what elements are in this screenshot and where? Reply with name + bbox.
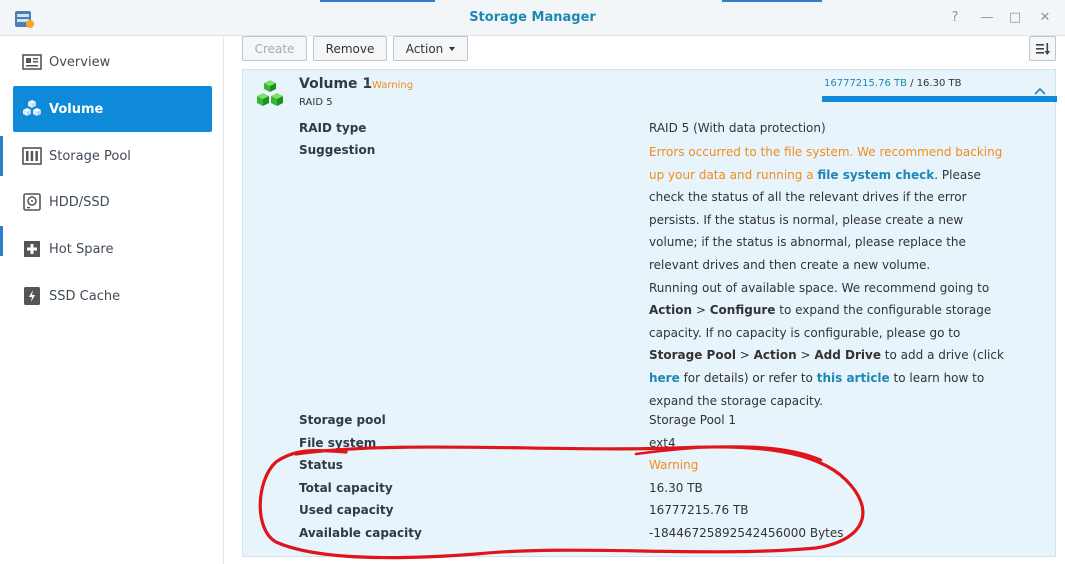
suggestion-bold: Action [753, 348, 797, 363]
sidebar: Overview Volume Storage Pool HDD/SSD Hot… [0, 36, 224, 564]
maximize-icon[interactable]: □ [1006, 9, 1024, 27]
sidebar-item-hot-spare[interactable]: Hot Spare [13, 226, 212, 272]
file-system-label: File system [299, 436, 377, 450]
usage-used: 16777215.76 TB [824, 78, 907, 89]
available-capacity-value: -18446725892542456000 Bytes [649, 526, 844, 540]
storage-pool-value: Storage Pool 1 [649, 413, 737, 427]
sidebar-item-label: HDD/SSD [49, 194, 110, 210]
sidebar-item-label: Overview [49, 54, 111, 70]
sidebar-item-label: Storage Pool [49, 148, 131, 164]
sidebar-item-volume[interactable]: Volume [13, 86, 212, 132]
close-icon[interactable]: ✕ [1036, 9, 1054, 27]
top-strip [722, 0, 822, 2]
volume-usage-text: 16777215.76 TB / 16.30 TB [824, 78, 961, 89]
sidebar-item-label: Volume [49, 101, 104, 117]
chevron-up-icon[interactable] [1033, 86, 1047, 96]
total-capacity-label: Total capacity [299, 481, 393, 495]
sidebar-item-label: SSD Cache [49, 288, 121, 304]
minimize-icon[interactable]: — [978, 9, 996, 27]
suggestion-bold: Configure [709, 303, 776, 318]
volume-status-badge: Warning [372, 80, 414, 91]
toolbar: Create Remove Action [242, 36, 1065, 66]
volume-icon [23, 100, 41, 116]
volume-icon [257, 80, 283, 106]
action-dropdown-button[interactable]: Action [393, 36, 468, 61]
status-value: Warning [649, 458, 699, 472]
suggestion-text-part: Running out of available space. We recom… [649, 280, 990, 295]
usage-separator: / [906, 78, 917, 89]
suggestion-text: Errors occurred to the file system. We r… [649, 141, 1005, 412]
suggestion-bold: Storage Pool [649, 348, 736, 363]
sidebar-item-hdd-ssd[interactable]: HDD/SSD [13, 179, 212, 225]
sort-icon [1035, 42, 1050, 55]
file-system-value: ext4 [649, 436, 676, 450]
sidebar-item-storage-pool[interactable]: Storage Pool [13, 133, 212, 179]
suggestion-separator: > [796, 348, 815, 363]
storage-pool-label: Storage pool [299, 413, 386, 427]
used-capacity-label: Used capacity [299, 503, 394, 517]
hot-spare-icon [24, 241, 40, 257]
file-system-check-link[interactable]: file system check [817, 168, 934, 182]
suggestion-label: Suggestion [299, 143, 376, 157]
help-icon[interactable]: ? [946, 9, 964, 27]
usage-bar [822, 96, 1057, 102]
suggestion-bold: Action [649, 303, 693, 318]
suggestion-separator: > [692, 303, 710, 318]
this-article-link[interactable]: this article [817, 371, 890, 385]
volume-raid-short: RAID 5 [299, 97, 333, 108]
create-button[interactable]: Create [242, 36, 307, 61]
title-bar: Storage Manager ? — □ ✕ [0, 0, 1065, 36]
volume-name: Volume 1 [299, 76, 373, 92]
volume-detail-panel: Volume 1 - Warning RAID 5 16777215.76 TB… [242, 69, 1057, 557]
left-edge-mark [0, 136, 3, 176]
suggestion-text-part: for details) or refer to [679, 370, 813, 385]
raid-type-label: RAID type [299, 121, 367, 135]
overview-icon [22, 54, 42, 70]
action-button-label: Action [405, 41, 444, 56]
raid-type-value: RAID 5 (With data protection) [649, 121, 826, 135]
sidebar-item-overview[interactable]: Overview [13, 39, 212, 85]
sort-button[interactable] [1029, 36, 1056, 61]
volume-dash: - [366, 78, 370, 91]
remove-button[interactable]: Remove [313, 36, 387, 61]
available-capacity-label: Available capacity [299, 526, 422, 540]
ssd-cache-icon [24, 287, 40, 305]
top-strip [320, 0, 435, 2]
hdd-icon [23, 193, 41, 211]
left-edge-mark [0, 226, 3, 256]
suggestion-text-part: . Please check the status of all the rel… [649, 167, 981, 272]
usage-total: 16.30 TB [916, 78, 962, 89]
window-title: Storage Manager [469, 10, 596, 25]
storage-pool-icon [22, 147, 42, 165]
suggestion-text-part: to add a drive (click [880, 348, 1004, 363]
suggestion-bold: Add Drive [814, 348, 881, 363]
used-capacity-value: 16777215.76 TB [649, 503, 749, 517]
chevron-down-icon [449, 46, 456, 51]
sidebar-item-label: Hot Spare [49, 241, 114, 257]
here-link[interactable]: here [649, 371, 680, 385]
suggestion-separator: > [735, 348, 754, 363]
total-capacity-value: 16.30 TB [649, 481, 703, 495]
status-label: Status [299, 458, 343, 472]
sidebar-item-ssd-cache[interactable]: SSD Cache [13, 273, 212, 319]
